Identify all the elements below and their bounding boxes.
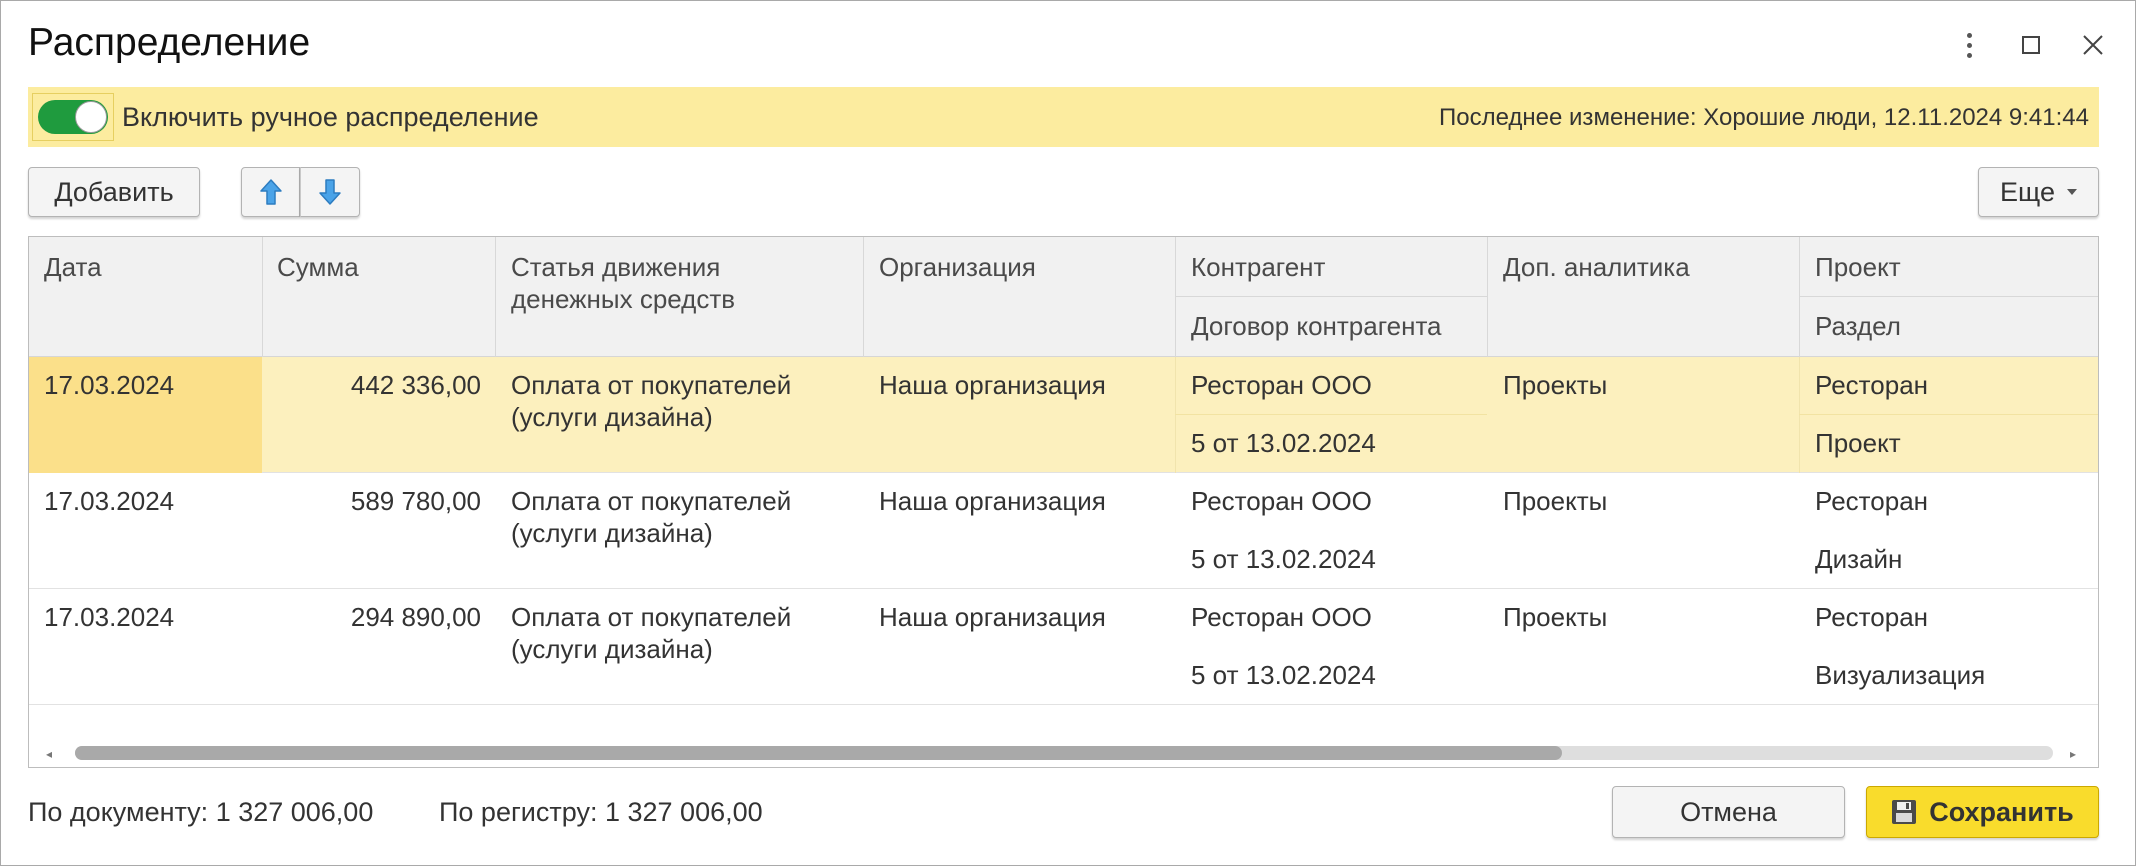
dialog-title: Распределение xyxy=(28,21,311,64)
register-total-label: По регистру: xyxy=(439,797,598,827)
cell-project[interactable]: Ресторан xyxy=(1815,485,1928,517)
doc-total: По документу: 1 327 006,00 xyxy=(28,797,373,828)
header-project[interactable]: Проект xyxy=(1815,251,1901,283)
header-article-line1: Статья движения xyxy=(511,252,721,282)
cell-contract[interactable]: 5 от 13.02.2024 xyxy=(1191,659,1376,691)
register-total-value: 1 327 006,00 xyxy=(604,797,763,827)
cell-analytics[interactable]: Проекты xyxy=(1503,485,1607,517)
cell-article-line1: Оплата от покупателей xyxy=(511,486,792,516)
register-total: По регистру: 1 327 006,00 xyxy=(439,797,763,828)
header-article[interactable]: Статья движения денежных средств xyxy=(511,251,735,315)
cell-section[interactable]: Проект xyxy=(1815,427,1901,459)
header-date[interactable]: Дата xyxy=(44,251,102,283)
move-up-button[interactable] xyxy=(241,167,300,217)
manual-distribution-toggle[interactable] xyxy=(38,100,108,134)
cell-counterparty[interactable]: Ресторан ООО xyxy=(1191,601,1372,633)
cell-counterparty[interactable]: Ресторан ООО xyxy=(1191,369,1372,401)
last-change-info: Последнее изменение: Хорошие люди, 12.11… xyxy=(1438,104,2089,131)
manual-distribution-toggle-wrapper xyxy=(32,93,114,141)
cell-date[interactable]: 17.03.2024 xyxy=(44,485,174,517)
distribution-table: Дата Сумма Статья движения денежных сред… xyxy=(28,236,2099,768)
more-menu-button[interactable]: Еще xyxy=(1978,167,2099,217)
cell-article[interactable]: Оплата от покупателей (услуги дизайна) xyxy=(511,369,791,433)
scroll-left-icon[interactable]: ◂ xyxy=(46,747,52,761)
toggle-knob xyxy=(75,101,107,133)
header-counterparty[interactable]: Контрагент xyxy=(1191,251,1325,283)
cell-organization[interactable]: Наша организация xyxy=(879,369,1106,401)
save-button[interactable]: Сохранить xyxy=(1866,786,2099,838)
doc-total-label: По документу: xyxy=(28,797,209,827)
table-header: Дата Сумма Статья движения денежных сред… xyxy=(29,237,2098,357)
cell-analytics[interactable]: Проекты xyxy=(1503,369,1607,401)
cell-sum[interactable]: 294 890,00 xyxy=(277,601,481,633)
cell-contract[interactable]: 5 от 13.02.2024 xyxy=(1191,543,1376,575)
cell-project[interactable]: Ресторан xyxy=(1815,369,1928,401)
cell-organization[interactable]: Наша организация xyxy=(879,601,1106,633)
cell-sum[interactable]: 442 336,00 xyxy=(277,369,481,401)
cell-project[interactable]: Ресторан xyxy=(1815,601,1928,633)
table-row[interactable]: 17.03.2024 589 780,00 Оплата от покупате… xyxy=(29,473,2098,589)
cell-section[interactable]: Дизайн xyxy=(1815,543,1902,575)
cell-section[interactable]: Визуализация xyxy=(1815,659,1985,691)
save-button-label: Сохранить xyxy=(1929,796,2074,827)
header-contract[interactable]: Договор контрагента xyxy=(1191,310,1442,342)
cell-article-line2: (услуги дизайна) xyxy=(511,402,713,432)
cell-contract[interactable]: 5 от 13.02.2024 xyxy=(1191,427,1376,459)
arrow-up-icon xyxy=(259,179,282,205)
cell-article[interactable]: Оплата от покупателей (услуги дизайна) xyxy=(511,485,791,549)
cell-article[interactable]: Оплата от покупателей (услуги дизайна) xyxy=(511,601,791,665)
header-sum[interactable]: Сумма xyxy=(277,251,359,283)
maximize-icon[interactable] xyxy=(2011,23,2051,67)
cell-organization[interactable]: Наша организация xyxy=(879,485,1106,517)
header-section[interactable]: Раздел xyxy=(1815,310,1901,342)
floppy-disk-icon xyxy=(1892,800,1917,824)
distribution-dialog: Распределение Включить ручное распределе… xyxy=(0,0,2136,866)
close-icon[interactable] xyxy=(2073,23,2113,67)
table-row[interactable]: 17.03.2024 294 890,00 Оплата от покупате… xyxy=(29,589,2098,705)
table-row[interactable]: 17.03.2024 442 336,00 Оплата от покупате… xyxy=(29,357,2098,473)
cell-analytics[interactable]: Проекты xyxy=(1503,601,1607,633)
arrow-down-icon xyxy=(319,179,341,205)
header-analytics[interactable]: Доп. аналитика xyxy=(1503,251,1690,283)
cell-date[interactable]: 17.03.2024 xyxy=(44,601,174,633)
cell-article-line2: (услуги дизайна) xyxy=(511,634,713,664)
more-menu-label: Еще xyxy=(2000,176,2055,207)
move-down-button[interactable] xyxy=(300,167,360,217)
scroll-right-icon[interactable]: ▸ xyxy=(2070,747,2076,761)
header-organization[interactable]: Организация xyxy=(879,251,1036,283)
doc-total-value: 1 327 006,00 xyxy=(215,797,374,827)
manual-distribution-label: Включить ручное распределение xyxy=(122,102,539,132)
cancel-button[interactable]: Отмена xyxy=(1612,786,1845,838)
scrollbar-thumb[interactable] xyxy=(75,746,1562,760)
add-button[interactable]: Добавить xyxy=(28,167,200,217)
cell-counterparty[interactable]: Ресторан ООО xyxy=(1191,485,1372,517)
cell-article-line2: (услуги дизайна) xyxy=(511,518,713,548)
horizontal-scrollbar[interactable]: ◂ ▸ xyxy=(29,737,2098,765)
header-article-line2: денежных средств xyxy=(511,284,736,314)
cell-date[interactable]: 17.03.2024 xyxy=(44,369,174,401)
manual-distribution-banner: Включить ручное распределение Последнее … xyxy=(28,87,2099,147)
more-actions-icon[interactable] xyxy=(1949,23,1989,67)
cell-article-line1: Оплата от покупателей xyxy=(511,370,792,400)
cell-sum[interactable]: 589 780,00 xyxy=(277,485,481,517)
cell-article-line1: Оплата от покупателей xyxy=(511,602,792,632)
chevron-down-icon xyxy=(2066,189,2077,195)
title-bar: Распределение xyxy=(1,1,2135,87)
